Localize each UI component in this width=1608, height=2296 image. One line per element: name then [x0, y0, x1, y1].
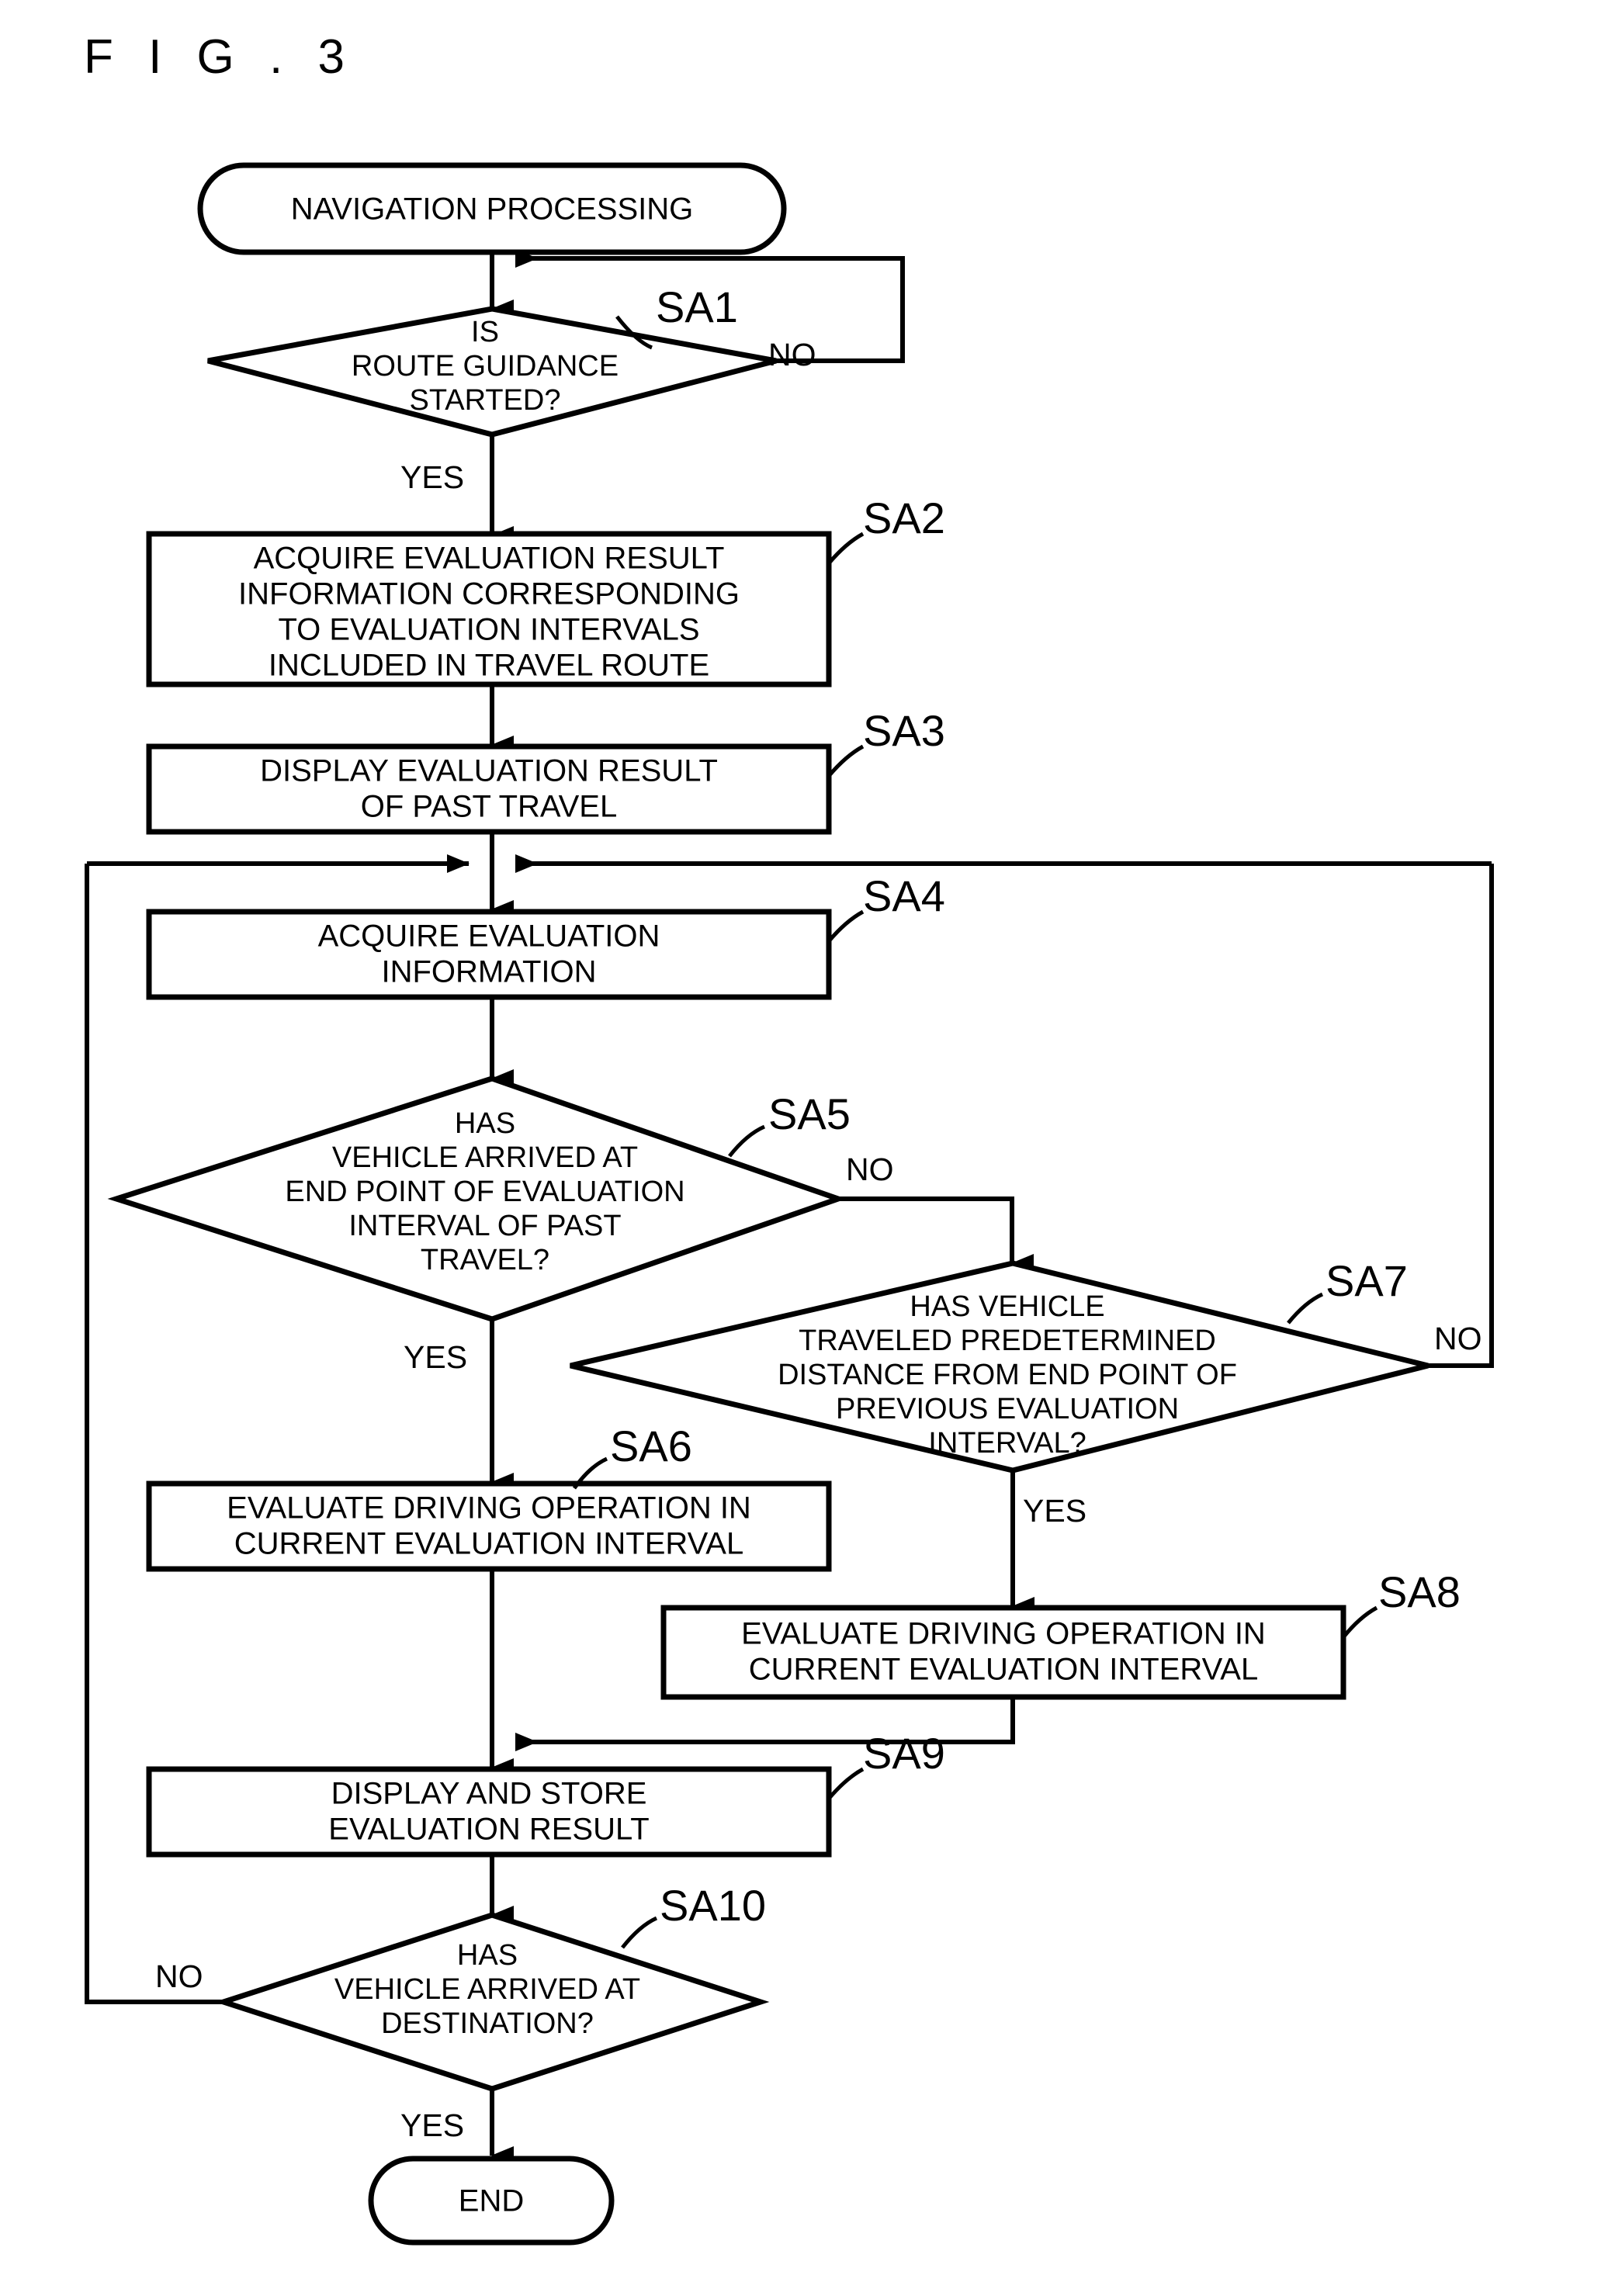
node-sa2[interactable]: ACQUIRE EVALUATION RESULT INFORMATION CO… — [146, 531, 832, 687]
sa1-step-leader: SA1 — [615, 282, 738, 350]
node-start[interactable]: NAVIGATION PROCESSING — [197, 162, 787, 255]
sa2-line-3: TO EVALUATION INTERVALS — [278, 613, 699, 647]
node-sa3[interactable]: DISPLAY EVALUATION RESULT OF PAST TRAVEL — [146, 743, 832, 835]
sa1-step-label: SA1 — [656, 282, 738, 331]
sa1-line-1: IS — [471, 316, 499, 348]
node-end[interactable]: END — [368, 2156, 615, 2246]
sa6-line-2: CURRENT EVALUATION INTERVAL — [234, 1527, 743, 1561]
sa2-step-label: SA2 — [863, 493, 945, 542]
sa8-step-label: SA8 — [1378, 1567, 1461, 1616]
sa6-step-label: SA6 — [610, 1422, 692, 1470]
sa10-line-3: DESTINATION? — [381, 2007, 594, 2040]
connector-sa5-no-to-sa7 — [837, 1196, 1034, 1273]
sa5-line-1: HAS — [455, 1107, 515, 1140]
sa6-step-leader: SA6 — [572, 1422, 692, 1490]
sa7-line-3: DISTANCE FROM END POINT OF — [778, 1359, 1237, 1391]
sa5-line-2: VEHICLE ARRIVED AT — [332, 1141, 638, 1174]
node-sa8[interactable]: EVALUATE DRIVING OPERATION IN CURRENT EV… — [660, 1605, 1346, 1700]
sa5-step-leader: SA5 — [728, 1089, 851, 1158]
sa3-line-1: DISPLAY EVALUATION RESULT — [260, 754, 718, 788]
sa1-yes-label: YES — [400, 459, 464, 495]
node-sa9[interactable]: DISPLAY AND STORE EVALUATION RESULT — [146, 1766, 832, 1858]
node-sa10[interactable]: HAS VEHICLE ARRIVED AT DESTINATION? — [214, 1912, 770, 2092]
sa5-line-4: INTERVAL OF PAST — [348, 1210, 621, 1242]
sa10-step-leader: SA10 — [621, 1881, 766, 1949]
sa9-step-label: SA9 — [863, 1729, 945, 1778]
sa5-no-label: NO — [846, 1151, 894, 1187]
sa8-line-2: CURRENT EVALUATION INTERVAL — [749, 1653, 1258, 1687]
sa7-line-5: INTERVAL? — [928, 1427, 1086, 1460]
sa3-step-leader: SA3 — [827, 706, 945, 777]
sa6-line-1: EVALUATE DRIVING OPERATION IN — [227, 1491, 751, 1525]
sa7-step-leader: SA7 — [1287, 1256, 1408, 1325]
sa2-step-leader: SA2 — [827, 493, 945, 565]
connector-sa7-no-loop — [1428, 864, 1494, 1368]
sa8-step-leader: SA8 — [1342, 1567, 1461, 1639]
sa9-line-2: EVALUATION RESULT — [328, 1813, 649, 1847]
sa4-line-1: ACQUIRE EVALUATION — [318, 919, 660, 954]
sa5-line-3: END POINT OF EVALUATION — [285, 1176, 684, 1208]
sa10-line-2: VEHICLE ARRIVED AT — [334, 1973, 640, 2006]
flowchart-canvas: NAVIGATION PROCESSING IS ROUTE GUIDANCE … — [85, 162, 1494, 2246]
sa3-step-label: SA3 — [863, 706, 945, 755]
sa5-line-5: TRAVEL? — [421, 1244, 549, 1276]
sa10-no-label: NO — [155, 1958, 203, 1994]
start-label: NAVIGATION PROCESSING — [291, 192, 694, 227]
sa5-step-label: SA5 — [768, 1089, 851, 1138]
sa2-line-4: INCLUDED IN TRAVEL ROUTE — [269, 649, 709, 683]
end-label: END — [459, 2184, 524, 2218]
sa4-step-label: SA4 — [863, 871, 945, 920]
sa9-step-leader: SA9 — [827, 1729, 945, 1800]
node-sa6[interactable]: EVALUATE DRIVING OPERATION IN CURRENT EV… — [146, 1480, 832, 1572]
sa2-line-2: INFORMATION CORRESPONDING — [238, 577, 740, 611]
sa7-step-label: SA7 — [1326, 1256, 1408, 1305]
sa7-yes-label: YES — [1023, 1493, 1086, 1529]
figure-page: F I G . 3 NAVIGATION PROCESSING IS ROUTE… — [0, 0, 1608, 2296]
sa9-line-1: DISPLAY AND STORE — [331, 1777, 647, 1811]
sa10-yes-label: YES — [400, 2107, 464, 2143]
node-sa5[interactable]: HAS VEHICLE ARRIVED AT END POINT OF EVAL… — [107, 1075, 847, 1322]
sa8-line-1: EVALUATE DRIVING OPERATION IN — [741, 1617, 1266, 1651]
sa1-line-3: STARTED? — [410, 384, 561, 417]
sa7-line-4: PREVIOUS EVALUATION — [836, 1393, 1179, 1425]
sa7-line-2: TRAVELED PREDETERMINED — [799, 1325, 1216, 1357]
sa4-line-2: INFORMATION — [381, 955, 596, 989]
sa7-no-label: NO — [1434, 1321, 1482, 1356]
sa3-line-2: OF PAST TRAVEL — [361, 790, 617, 824]
node-sa4[interactable]: ACQUIRE EVALUATION INFORMATION — [146, 909, 832, 1000]
sa1-line-2: ROUTE GUIDANCE — [352, 350, 619, 383]
sa5-yes-label: YES — [404, 1339, 467, 1375]
node-sa7[interactable]: HAS VEHICLE TRAVELED PREDETERMINED DISTA… — [570, 1260, 1429, 1474]
sa1-no-label: NO — [768, 337, 816, 372]
sa10-line-1: HAS — [457, 1939, 518, 1972]
sa4-step-leader: SA4 — [827, 871, 945, 943]
sa10-step-label: SA10 — [660, 1881, 766, 1930]
sa7-line-1: HAS VEHICLE — [910, 1290, 1104, 1323]
sa2-line-1: ACQUIRE EVALUATION RESULT — [254, 542, 725, 576]
